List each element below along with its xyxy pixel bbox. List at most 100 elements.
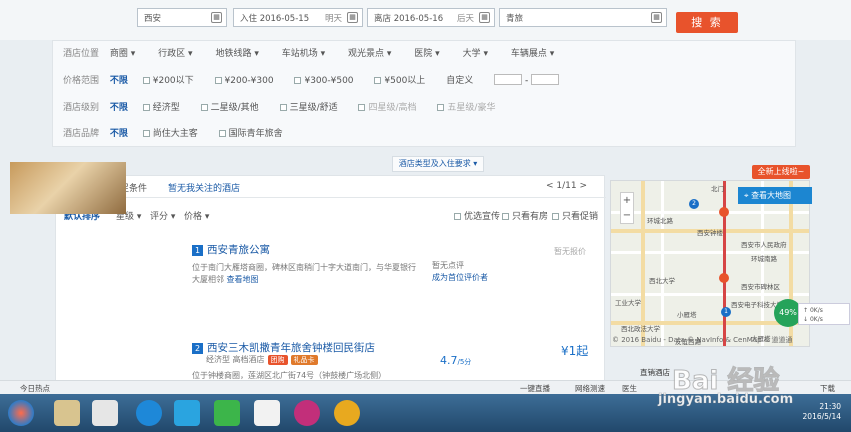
media-app-icon[interactable]: [334, 400, 360, 426]
checkbox[interactable]: [218, 130, 226, 137]
checkbox[interactable]: [214, 77, 222, 84]
checkbox[interactable]: [502, 213, 509, 220]
checkbox[interactable]: [142, 77, 150, 84]
brand-option[interactable]: 国际青年旅舍: [218, 126, 283, 142]
checkin-hint: 明天: [324, 14, 342, 24]
price-option[interactable]: ¥300-¥500: [294, 73, 354, 89]
brand-option[interactable]: 尚住大主客: [142, 126, 198, 142]
map-label: 工业大学: [615, 299, 641, 307]
map-pin-icon[interactable]: [719, 273, 729, 283]
keyword-input[interactable]: 青旅 ▦: [499, 8, 667, 27]
price-option[interactable]: ¥200-¥300: [214, 73, 274, 89]
checkout-hint: 后天: [456, 14, 474, 24]
price-option[interactable]: ¥500以上: [374, 73, 425, 89]
filter-dropdown[interactable]: 车站机场 ▾: [282, 46, 325, 62]
clock[interactable]: 21:30 2016/5/14: [803, 402, 841, 422]
hotel-name[interactable]: 西安三木凯撒青年旅舍钟楼回民街店: [207, 342, 375, 354]
custom-price-max[interactable]: [531, 74, 560, 85]
level-option[interactable]: 二星级/其他: [200, 100, 259, 116]
live-link[interactable]: 一键直播: [520, 383, 550, 394]
keyword-picker-icon[interactable]: ▦: [651, 12, 662, 23]
map-link[interactable]: 查看地图: [227, 275, 259, 284]
review-link[interactable]: 成为首位评价者: [432, 272, 488, 283]
hotel-index: 1: [192, 245, 203, 256]
checkbox[interactable]: [279, 104, 287, 111]
pager[interactable]: < 1/11 >: [546, 181, 587, 191]
big-map-button[interactable]: ⌖ 查看大地图: [738, 187, 812, 204]
checkbox[interactable]: [142, 130, 150, 137]
level-option[interactable]: 三星级/舒适: [279, 100, 338, 116]
map-pin-icon[interactable]: 2: [689, 199, 699, 209]
filter-all[interactable]: 不限: [110, 100, 140, 116]
start-button-icon[interactable]: [8, 400, 34, 426]
calendar-icon[interactable]: ▦: [479, 12, 490, 23]
filter-label: 酒店品牌: [63, 129, 100, 139]
bird-app-icon[interactable]: [174, 400, 200, 426]
filter-dropdown[interactable]: 行政区 ▾: [158, 46, 192, 62]
checkbox[interactable]: [374, 77, 382, 84]
hotel-name[interactable]: 西安青旅公寓: [207, 244, 270, 256]
search-button[interactable]: 搜 索: [676, 12, 738, 33]
city-picker-icon[interactable]: ▦: [211, 12, 222, 23]
zoom-out-icon[interactable]: −: [621, 208, 633, 223]
zoom-in-icon[interactable]: +: [621, 193, 633, 208]
filter-dropdown[interactable]: 车辆展点 ▾: [511, 46, 554, 62]
map-pin-icon[interactable]: 1: [721, 307, 731, 317]
checkbox[interactable]: [454, 213, 461, 220]
checkin-field[interactable]: 入住 2016-05-15 明天 ▦: [233, 8, 363, 27]
filter-label: 酒店位置: [63, 49, 100, 59]
checkbox[interactable]: [437, 104, 445, 111]
hotel-thumbnail[interactable]: [10, 162, 126, 214]
hotel-subtitle: 经济型 高档酒店 团购 礼品卡: [206, 354, 318, 365]
checkout-field[interactable]: 离店 2016-05-16 后天 ▦: [367, 8, 495, 27]
checkbox[interactable]: [552, 213, 559, 220]
folder-icon[interactable]: [54, 400, 80, 426]
option-promo[interactable]: 只看促销: [552, 209, 598, 222]
filter-dropdown[interactable]: 地铁线路 ▾: [215, 46, 258, 62]
filter-row-price: 价格范围 不限 ¥200以下 ¥200-¥300 ¥300-¥500 ¥500以…: [63, 73, 560, 89]
download-speed: ↓ 0K/s: [803, 316, 823, 323]
speedtest-link[interactable]: 网络测速: [575, 383, 605, 394]
level-option[interactable]: 五星级/豪华: [437, 100, 495, 116]
hot-news-link[interactable]: 今日热点: [20, 383, 50, 394]
city-field[interactable]: 西安 ▦: [137, 8, 227, 27]
checkbox[interactable]: [200, 104, 208, 111]
hotel-status: 暂无报价: [554, 247, 586, 256]
doctor-link[interactable]: 医生: [622, 383, 637, 394]
level-option[interactable]: 经济型: [142, 100, 180, 116]
filter-row-brand: 酒店品牌 不限 尚住大主客 国际青年旅舍: [63, 126, 301, 142]
sort-score[interactable]: 评分 ▾: [150, 209, 175, 222]
more-filters-toggle[interactable]: 酒店类型及入住要求 ▾: [392, 156, 484, 172]
filter-dropdown[interactable]: 观光景点 ▾: [348, 46, 391, 62]
tab-followed[interactable]: 暂无我关注的酒店: [168, 181, 240, 194]
direct-hotel-link[interactable]: 直销酒店: [640, 367, 670, 378]
checkin-value: 入住 2016-05-15: [240, 14, 310, 24]
filter-all[interactable]: 不限: [110, 126, 140, 142]
filter-dropdown[interactable]: 医院 ▾: [414, 46, 439, 62]
k-browser-icon[interactable]: [136, 400, 162, 426]
play-icon[interactable]: [214, 400, 240, 426]
option-available[interactable]: 只看有房: [502, 209, 548, 222]
option-featured[interactable]: 优选宣传: [454, 209, 500, 222]
checkbox[interactable]: [142, 104, 150, 111]
map-zoom-control[interactable]: + −: [620, 192, 634, 224]
filter-label: 价格范围: [63, 76, 100, 86]
watermark-url: jingyan.baidu.com: [658, 392, 794, 408]
document-icon[interactable]: [92, 400, 118, 426]
download-link[interactable]: 下载: [820, 383, 835, 394]
custom-price-min[interactable]: [494, 74, 523, 85]
calendar-icon[interactable]: ▦: [347, 12, 358, 23]
info-app-icon[interactable]: [294, 400, 320, 426]
panda-icon[interactable]: [254, 400, 280, 426]
map-pin-icon[interactable]: [719, 207, 729, 217]
hotel-card: 1 西安青旅公寓 位于南门大雁塔商圈，碑林区南稍门十字大道南门，与华夏银行 大厦相…: [56, 234, 606, 294]
filter-dropdown[interactable]: 商圈 ▾: [110, 46, 135, 62]
sort-price[interactable]: 价格 ▾: [184, 209, 209, 222]
filter-all[interactable]: 不限: [110, 73, 140, 89]
level-option[interactable]: 四星级/高档: [358, 100, 417, 116]
map-label: 西北政法大学: [621, 325, 660, 333]
checkbox[interactable]: [358, 104, 366, 111]
filter-dropdown[interactable]: 大学 ▾: [463, 46, 488, 62]
price-option[interactable]: ¥200以下: [142, 73, 194, 89]
checkbox[interactable]: [294, 77, 302, 84]
